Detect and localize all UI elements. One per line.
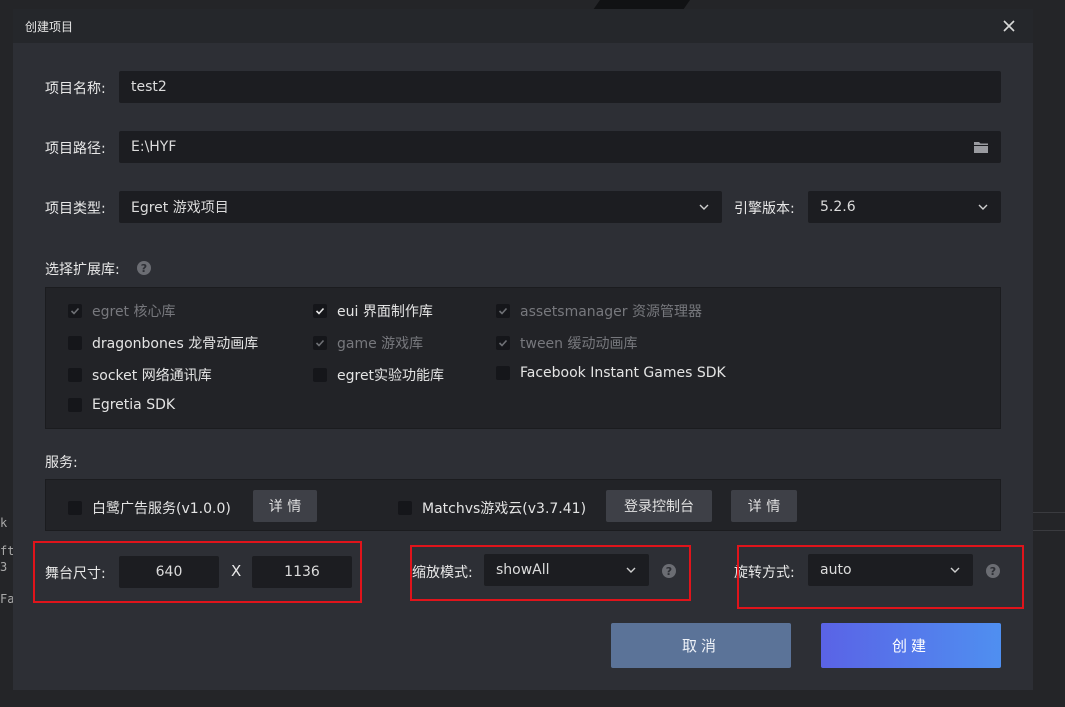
chevron-down-icon — [699, 204, 709, 210]
background-divider — [1033, 512, 1065, 513]
extension-label: egret实验功能库 — [337, 368, 445, 384]
dialog-titlebar: 创建项目 — [13, 9, 1033, 43]
checkbox — [496, 366, 510, 380]
engine-version-label: 引擎版本: — [734, 201, 795, 217]
service-checkbox-matchvs[interactable]: Matchvs游戏云(v3.7.41) — [398, 498, 586, 518]
project-path-input[interactable]: E:\HYF — [119, 131, 1001, 163]
services-label: 服务: — [45, 455, 78, 471]
project-type-select[interactable]: Egret 游戏项目 — [119, 191, 722, 223]
project-path-label: 项目路径: — [45, 141, 106, 157]
checkbox — [398, 501, 412, 515]
extension-label: tween 缓动动画库 — [520, 336, 638, 352]
extension-label: Facebook Instant Games SDK — [520, 365, 726, 381]
matchvs-detail-button[interactable]: 详 情 — [731, 490, 797, 522]
service-label: 白鹭广告服务(v1.0.0) — [92, 501, 231, 517]
project-name-value: test2 — [131, 79, 167, 95]
checkbox — [68, 398, 82, 412]
extension-checkbox-dragonbones[interactable]: dragonbones 龙骨动画库 — [68, 333, 258, 353]
engine-version-select[interactable]: 5.2.6 — [808, 191, 1001, 223]
check-icon — [315, 307, 325, 315]
check-icon — [498, 339, 508, 347]
close-button[interactable] — [999, 16, 1019, 36]
highlight-box-scale-mode — [410, 545, 691, 601]
help-icon[interactable]: ? — [137, 261, 151, 275]
extension-checkbox-socket[interactable]: socket 网络通讯库 — [68, 365, 212, 385]
checkbox — [496, 336, 510, 350]
check-icon — [315, 339, 325, 347]
checkbox — [496, 304, 510, 318]
engine-version-value: 5.2.6 — [820, 199, 856, 215]
extension-checkbox-egretia[interactable]: Egretia SDK — [68, 397, 175, 413]
extension-checkbox-egret[interactable]: egret 核心库 — [68, 301, 176, 321]
chevron-down-icon — [978, 204, 988, 210]
create-button[interactable]: 创建 — [821, 623, 1001, 668]
project-name-input[interactable]: test2 — [119, 71, 1001, 103]
extension-label: socket 网络通讯库 — [92, 368, 212, 384]
extension-checkbox-tween[interactable]: tween 缓动动画库 — [496, 333, 638, 353]
service-label: Matchvs游戏云(v3.7.41) — [422, 501, 587, 517]
extension-checkbox-egret-experimental[interactable]: egret实验功能库 — [313, 365, 444, 385]
checkbox — [68, 501, 82, 515]
background-divider — [1033, 530, 1065, 531]
check-icon — [70, 307, 80, 315]
highlight-box-rotation — [737, 545, 1024, 609]
checkbox — [313, 368, 327, 382]
extension-checkbox-assetsmanager[interactable]: assetsmanager 资源管理器 — [496, 301, 702, 321]
highlight-box-stage-size — [33, 541, 362, 603]
extension-label: dragonbones 龙骨动画库 — [92, 336, 259, 352]
checkbox — [313, 304, 327, 318]
checkbox — [68, 368, 82, 382]
ad-service-detail-button[interactable]: 详 情 — [253, 490, 317, 522]
matchvs-console-button[interactable]: 登录控制台 — [606, 490, 712, 522]
extension-label: game 游戏库 — [337, 336, 424, 352]
services-panel: 白鹭广告服务(v1.0.0) 详 情 Matchvs游戏云(v3.7.41) 登… — [45, 479, 1001, 531]
dialog-title: 创建项目 — [25, 20, 74, 34]
cancel-button[interactable]: 取消 — [611, 623, 791, 668]
service-checkbox-ad[interactable]: 白鹭广告服务(v1.0.0) — [68, 498, 231, 518]
extension-checkbox-game[interactable]: game 游戏库 — [313, 333, 423, 353]
extension-label: Egretia SDK — [92, 397, 176, 413]
close-icon — [1003, 20, 1015, 32]
project-path-value: E:\HYF — [131, 139, 177, 155]
extension-label: egret 核心库 — [92, 304, 176, 320]
extensions-label: 选择扩展库: — [45, 262, 120, 278]
project-name-label: 项目名称: — [45, 81, 106, 97]
checkbox — [313, 336, 327, 350]
project-type-label: 项目类型: — [45, 201, 106, 217]
check-icon — [498, 307, 508, 315]
checkbox — [68, 336, 82, 350]
extensions-panel: egret 核心库 eui 界面制作库 assetsmanager 资源管理器 … — [45, 287, 1001, 429]
project-type-value: Egret 游戏项目 — [131, 200, 229, 216]
extension-label: eui 界面制作库 — [337, 304, 433, 320]
extension-label: assetsmanager 资源管理器 — [520, 304, 702, 320]
checkbox — [68, 304, 82, 318]
extension-checkbox-eui[interactable]: eui 界面制作库 — [313, 301, 433, 321]
folder-icon[interactable] — [973, 140, 989, 154]
extension-checkbox-facebook[interactable]: Facebook Instant Games SDK — [496, 365, 726, 381]
create-project-dialog: 创建项目 项目名称: test2 项目路径: E:\HYF 项目类型: Egre… — [13, 9, 1033, 690]
